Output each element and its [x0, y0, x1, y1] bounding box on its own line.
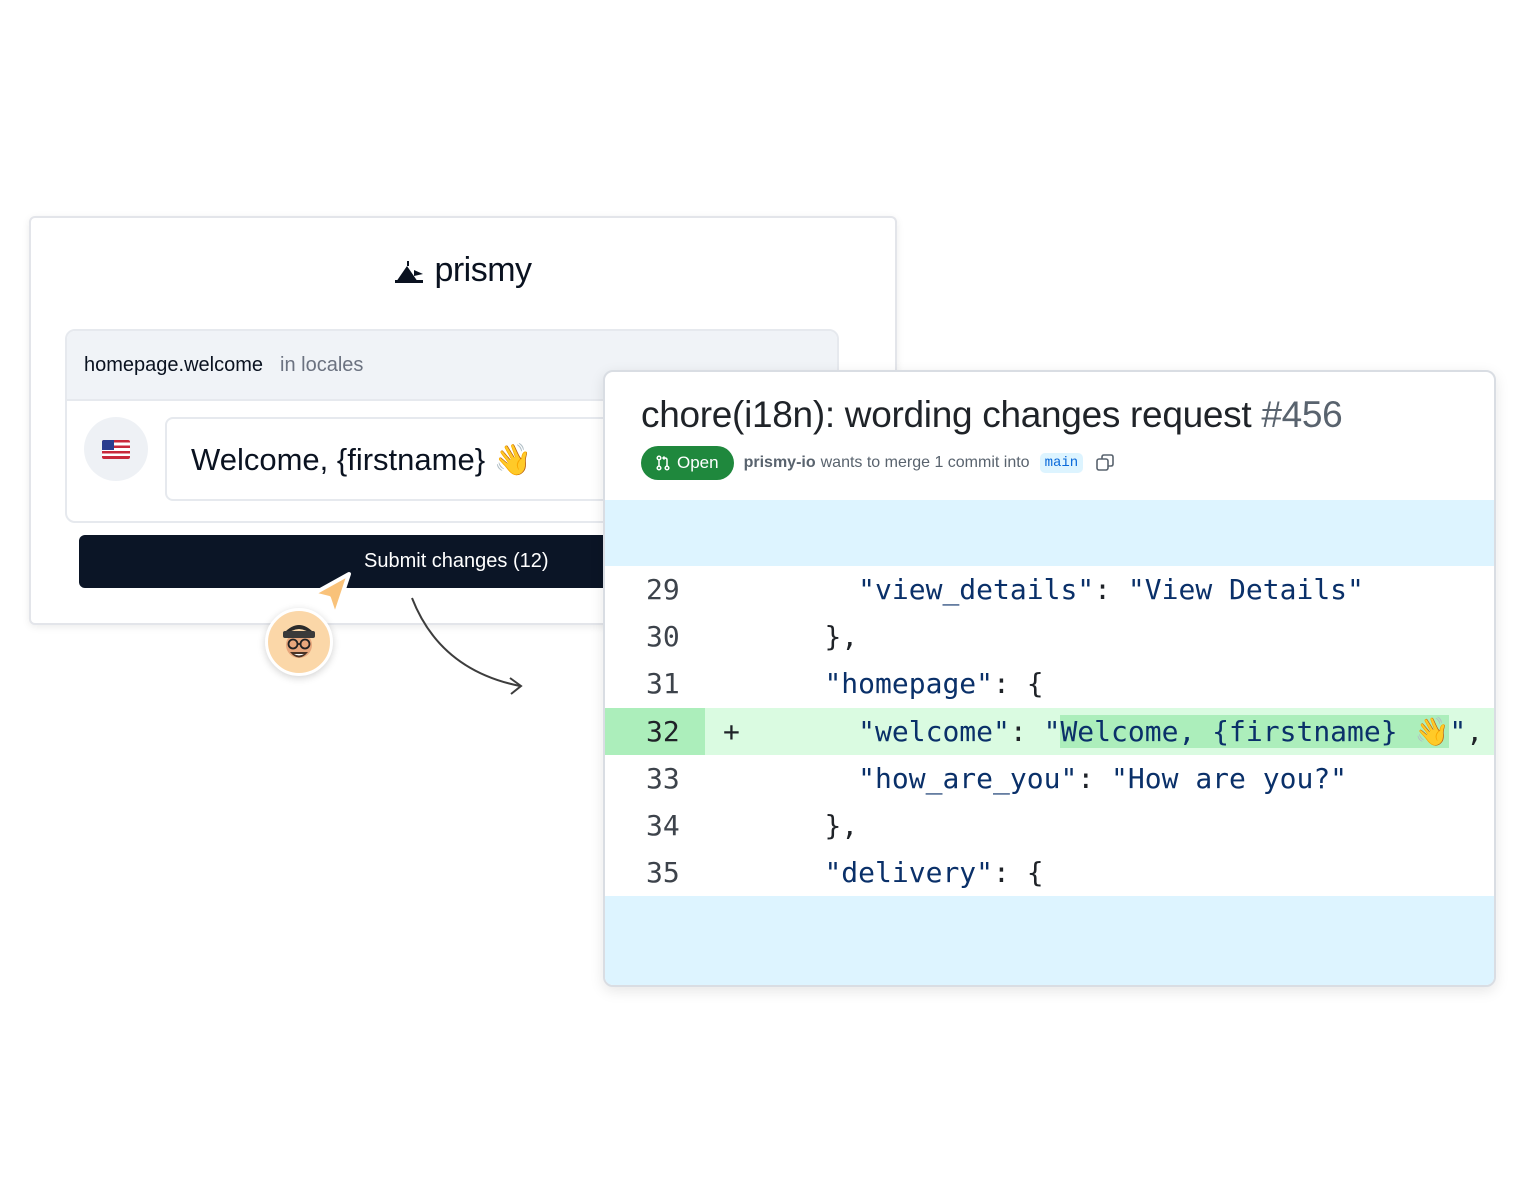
pr-merge-text: wants to merge 1 commit into	[820, 454, 1030, 471]
diff-line-number[interactable]: 33	[605, 755, 705, 802]
diff-json-separator: :	[993, 856, 1027, 890]
copy-icon[interactable]	[1095, 453, 1115, 473]
diff-json-separator: :	[1009, 714, 1044, 748]
diff-word-highlight: Welcome, {firstname} 👋	[1060, 714, 1450, 748]
diff-line-number[interactable]: 31	[605, 660, 705, 707]
diff-line-number[interactable]: 34	[605, 802, 705, 849]
diff-line-code: "welcome": "Welcome, {firstname} 👋",	[757, 714, 1484, 748]
prismy-logo: prismy	[31, 251, 895, 290]
diff-line-code: },	[757, 620, 858, 653]
diff-line-code: "homepage": {	[757, 667, 1044, 701]
diff-line-number[interactable]: 35	[605, 849, 705, 896]
pr-number: #456	[1261, 394, 1343, 435]
key-name: homepage.welcome	[84, 353, 263, 376]
diff-json-punctuation: {	[1026, 667, 1044, 701]
pull-request-card: chore(i18n): wording changes request #45…	[603, 370, 1496, 987]
diff-json-key: "delivery"	[824, 856, 994, 890]
diff-hunk-expander-top[interactable]	[605, 500, 1494, 566]
diff-json-key: "how_are_you"	[858, 761, 1078, 795]
pr-status-badge: Open	[641, 446, 734, 480]
diff-json-value-changed: "Welcome, {firstname} 👋"	[1043, 714, 1467, 748]
diff-line-code: "delivery": {	[757, 856, 1044, 890]
memoji-avatar-icon	[283, 625, 315, 658]
pr-target-branch[interactable]: main	[1039, 453, 1084, 473]
diff-line-number[interactable]: 32	[605, 707, 705, 755]
diff-json-separator: :	[1077, 761, 1112, 795]
flow-arrow-icon	[411, 597, 523, 695]
diff-line: 31 "homepage": {	[605, 660, 1494, 707]
diff-line-added: 32 + "welcome": "Welcome, {firstname} 👋",	[605, 707, 1494, 755]
submit-changes-label: Submit changes (12)	[364, 550, 549, 572]
diff-json-value: "How are you?"	[1111, 761, 1348, 795]
pr-author[interactable]: prismy-io	[744, 454, 816, 472]
diff-json-separator: :	[993, 667, 1027, 701]
diff-json-value: "View Details"	[1127, 573, 1364, 607]
pr-status-label: Open	[677, 453, 719, 472]
diff-json-key: "view_details"	[858, 573, 1095, 607]
us-flag-icon	[102, 439, 130, 459]
pr-title-text: chore(i18n): wording changes request	[641, 394, 1252, 435]
key-scope: in locales	[280, 353, 364, 376]
pr-meta: Open prismy-io wants to merge 1 commit i…	[641, 446, 1115, 480]
locale-flag[interactable]	[84, 417, 148, 481]
diff-line: 33 "how_are_you": "How are you?"	[605, 755, 1494, 802]
diff-json-key: "homepage"	[824, 667, 994, 701]
diff-line: 30 },	[605, 613, 1494, 660]
diff-code: 29 "view_details": "View Details" 30 }, 31…	[605, 566, 1494, 896]
diff-hunk-expander-bottom[interactable]	[605, 896, 1494, 985]
pr-title: chore(i18n): wording changes request #45…	[641, 394, 1343, 436]
diff-line-marker: +	[723, 714, 740, 748]
diff-json-punctuation: {	[1026, 856, 1044, 890]
diff-line-number[interactable]: 30	[605, 613, 705, 660]
diff-line-code: "how_are_you": "How are you?"	[757, 762, 1347, 795]
prismy-logo-icon	[395, 260, 424, 283]
diff-json-key: "welcome"	[858, 714, 1010, 748]
diff-json-separator: :	[1094, 573, 1128, 607]
user-avatar	[265, 608, 333, 676]
diff-line: 35 "delivery": {	[605, 849, 1494, 896]
diff-line-number[interactable]: 29	[605, 566, 705, 613]
diff-line: 34 },	[605, 802, 1494, 849]
diff-json-punctuation: },	[824, 620, 859, 654]
git-pull-request-icon	[656, 455, 670, 471]
diff-json-punctuation: ,	[1466, 714, 1484, 748]
diff-line-code: },	[757, 809, 858, 842]
diff-line: 29 "view_details": "View Details"	[605, 566, 1494, 613]
diff-line-code: "view_details": "View Details"	[757, 573, 1364, 606]
logo-text: prismy	[434, 251, 532, 289]
diff-json-punctuation: },	[824, 809, 859, 843]
